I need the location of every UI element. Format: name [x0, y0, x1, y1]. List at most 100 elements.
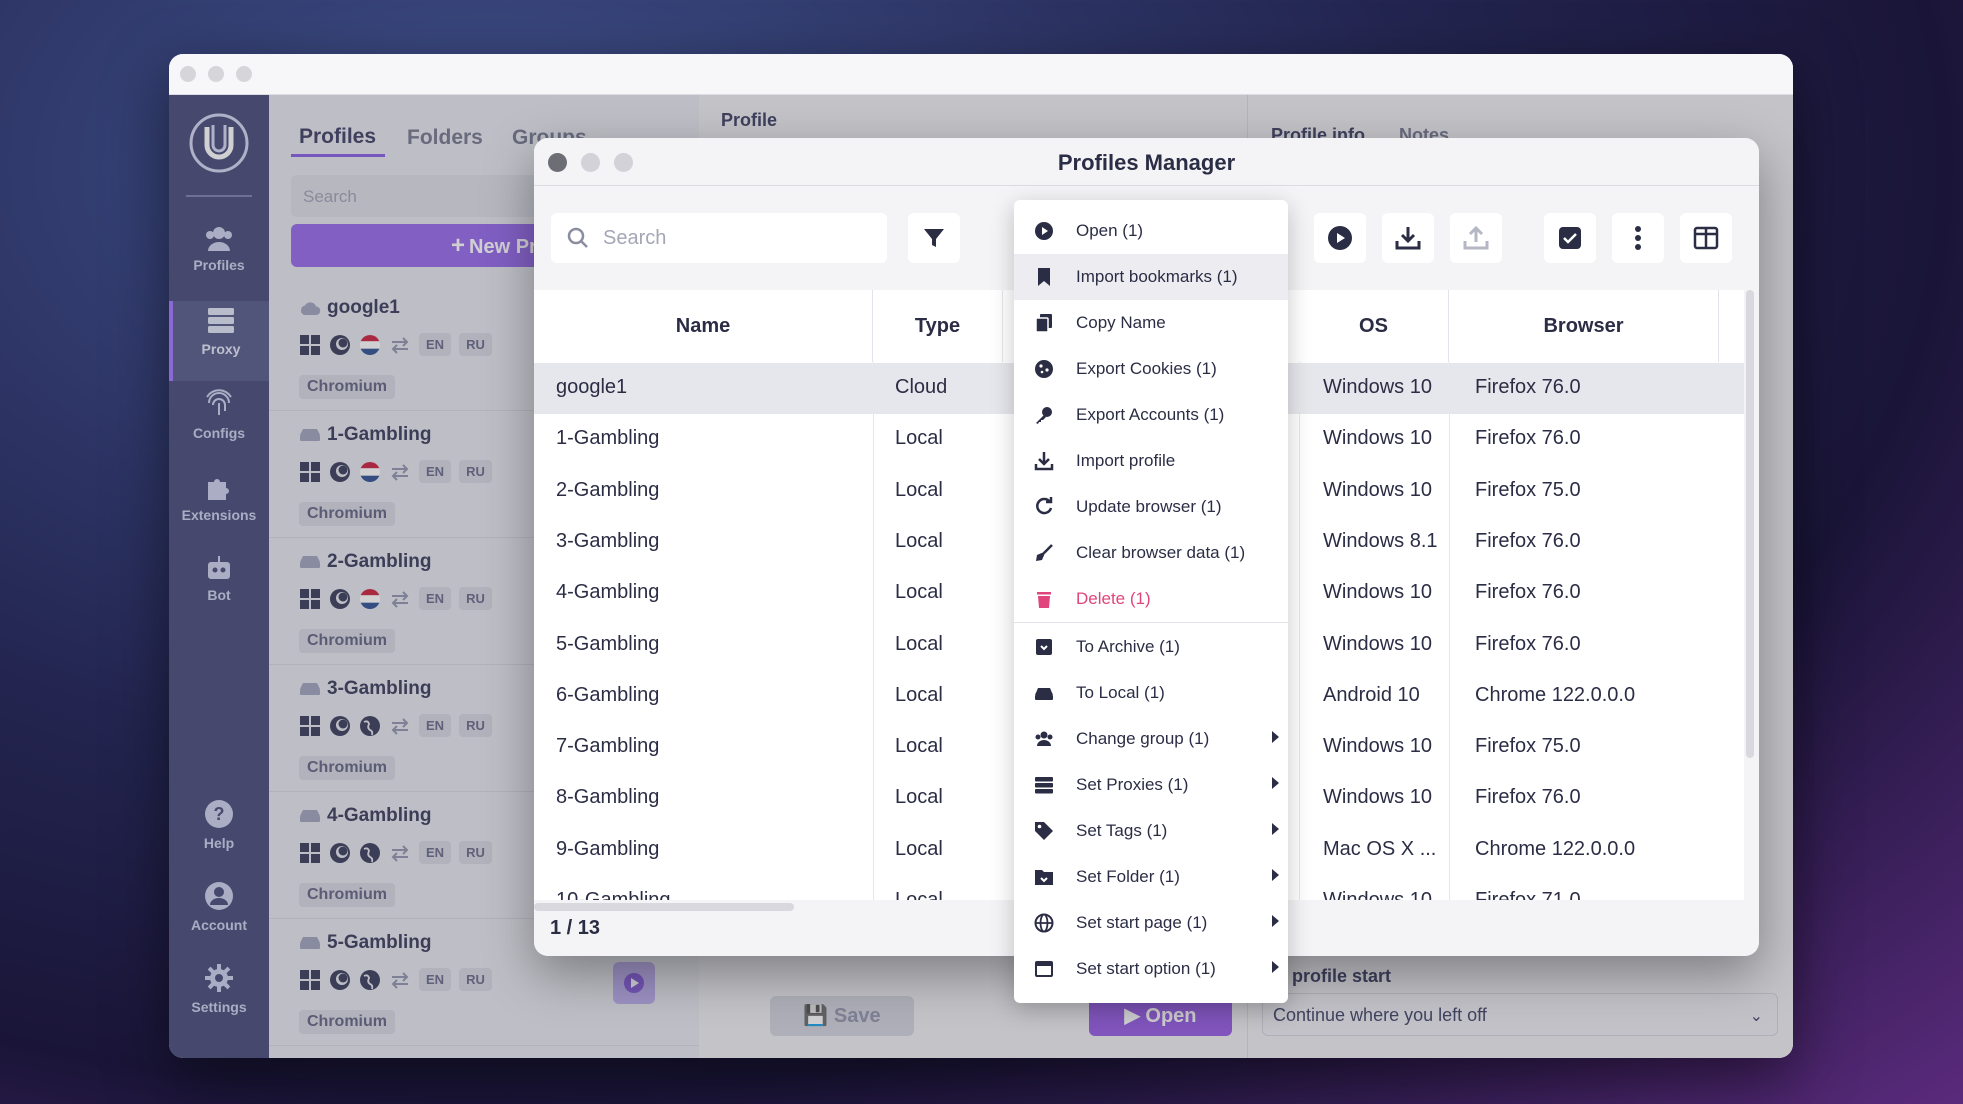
menu-item-label: Set Folder (1) [1076, 867, 1180, 886]
cell-os: Windows 10 [1323, 632, 1432, 655]
cell-browser: Firefox 75.0 [1475, 735, 1581, 758]
cell-name: 2-Gambling [556, 478, 660, 501]
menu-item-label: To Local (1) [1076, 683, 1165, 702]
server-icon [1034, 775, 1054, 795]
cell-browser: Chrome 122.0.0.0 [1475, 683, 1636, 706]
menu-item-label: Copy Name [1076, 313, 1166, 332]
submenu-arrow-icon [1272, 731, 1279, 743]
horizontal-scrollbar[interactable] [534, 903, 794, 911]
column-divider [1449, 362, 1450, 900]
broom-icon [1034, 543, 1054, 563]
dialog-title: Profiles Manager [1057, 150, 1236, 175]
play-circle-icon [1328, 226, 1352, 250]
menu-item-set-proxies[interactable]: Set Proxies (1) [1014, 762, 1288, 808]
cell-name: 9-Gambling [556, 837, 660, 860]
column-header-os[interactable]: OS [1299, 290, 1449, 362]
cell-browser: Firefox 76.0 [1475, 427, 1581, 450]
run-button[interactable] [1314, 213, 1366, 263]
submenu-arrow-icon [1272, 869, 1279, 881]
menu-item-export-cookies[interactable]: Export Cookies (1) [1014, 346, 1288, 392]
menu-item-label: To Archive (1) [1076, 637, 1180, 656]
cell-os: Windows 10 [1323, 427, 1432, 450]
trash-icon [1034, 589, 1054, 609]
submenu-arrow-icon [1272, 823, 1279, 835]
archive-icon [1034, 637, 1054, 657]
cell-type: Cloud [895, 376, 948, 398]
download-icon [1034, 451, 1054, 471]
menu-item-open[interactable]: Open (1) [1014, 208, 1288, 254]
cell-name: 4-Gambling [556, 581, 660, 604]
cell-browser: Firefox 76.0 [1475, 376, 1581, 398]
close-dot[interactable] [180, 66, 196, 82]
filter-icon [924, 229, 944, 247]
menu-item-label: Delete (1) [1076, 589, 1151, 608]
cell-name: 1-Gambling [556, 427, 660, 450]
cell-type: Local [895, 478, 943, 501]
menu-separator [1014, 622, 1288, 623]
manager-search-input[interactable]: Search [551, 213, 887, 263]
menu-item-import-profile[interactable]: Import profile [1014, 438, 1288, 484]
zoom-dot[interactable] [236, 66, 252, 82]
cell-os: Windows 8.1 [1323, 529, 1438, 552]
search-icon [567, 227, 588, 248]
column-header-name[interactable]: Name [534, 290, 873, 362]
tag-icon [1034, 821, 1054, 841]
cell-browser: Firefox 76.0 [1475, 632, 1581, 655]
menu-item-label: Export Accounts (1) [1076, 405, 1225, 424]
download-icon [1395, 227, 1421, 250]
submenu-arrow-icon [1272, 777, 1279, 789]
menu-item-to-archive[interactable]: To Archive (1) [1014, 624, 1288, 670]
select-all-button[interactable] [1544, 213, 1596, 263]
menu-item-set-folder[interactable]: Set Folder (1) [1014, 854, 1288, 900]
menu-item-import-bookmarks[interactable]: Import bookmarks (1) [1014, 254, 1288, 300]
menu-item-set-start-page[interactable]: Set start page (1) [1014, 900, 1288, 946]
cell-name: 3-Gambling [556, 529, 660, 552]
vertical-scrollbar[interactable] [1746, 290, 1754, 758]
menu-item-copy-name[interactable]: Copy Name [1014, 300, 1288, 346]
menu-item-set-tags[interactable]: Set Tags (1) [1014, 808, 1288, 854]
filter-button[interactable] [908, 213, 960, 263]
copy-icon [1034, 313, 1054, 333]
menu-item-export-accounts[interactable]: Export Accounts (1) [1014, 392, 1288, 438]
users-icon [1034, 729, 1054, 749]
context-menu: Open (1) Import bookmarks (1) Copy Name … [1014, 200, 1288, 1003]
upload-button[interactable] [1450, 213, 1502, 263]
cell-type: Local [895, 786, 943, 809]
cookie-icon [1034, 359, 1054, 379]
key-icon [1034, 405, 1054, 425]
folder-icon [1034, 867, 1054, 887]
menu-item-set-start-option[interactable]: Set start option (1) [1014, 946, 1288, 992]
menu-item-delete[interactable]: Delete (1) [1014, 576, 1288, 622]
cell-os: Mac OS X ... [1323, 837, 1437, 860]
cell-browser: Firefox 76.0 [1475, 581, 1581, 604]
menu-item-label: Set start page (1) [1076, 913, 1208, 932]
cell-type: Local [895, 889, 943, 900]
cell-type: Local [895, 529, 943, 552]
column-divider [873, 362, 874, 900]
column-header-browser[interactable]: Browser [1449, 290, 1719, 362]
columns-button[interactable] [1680, 213, 1732, 263]
play-circle-icon [1034, 221, 1054, 241]
menu-item-change-group[interactable]: Change group (1) [1014, 716, 1288, 762]
app-titlebar [169, 54, 1793, 95]
cell-os: Android 10 [1323, 683, 1420, 706]
submenu-arrow-icon [1272, 961, 1279, 973]
more-options-button[interactable] [1612, 213, 1664, 263]
minimize-dot[interactable] [208, 66, 224, 82]
menu-item-update-browser[interactable]: Update browser (1) [1014, 484, 1288, 530]
cell-name: 6-Gambling [556, 683, 660, 706]
menu-item-clear-browser-data[interactable]: Clear browser data (1) [1014, 530, 1288, 576]
cell-type: Local [895, 735, 943, 758]
cell-browser: Firefox 76.0 [1475, 786, 1581, 809]
cell-name: 8-Gambling [556, 786, 660, 809]
menu-item-label: Update browser (1) [1076, 497, 1222, 516]
checkbox-icon [1559, 227, 1581, 249]
cell-type: Local [895, 427, 943, 450]
menu-item-label: Set Proxies (1) [1076, 775, 1189, 794]
download-button[interactable] [1382, 213, 1434, 263]
column-header-type[interactable]: Type [873, 290, 1003, 362]
more-vertical-icon [1635, 226, 1641, 250]
menu-item-label: Import bookmarks (1) [1076, 267, 1238, 286]
cell-os: Windows 10 [1323, 786, 1432, 809]
menu-item-to-local[interactable]: To Local (1) [1014, 670, 1288, 716]
